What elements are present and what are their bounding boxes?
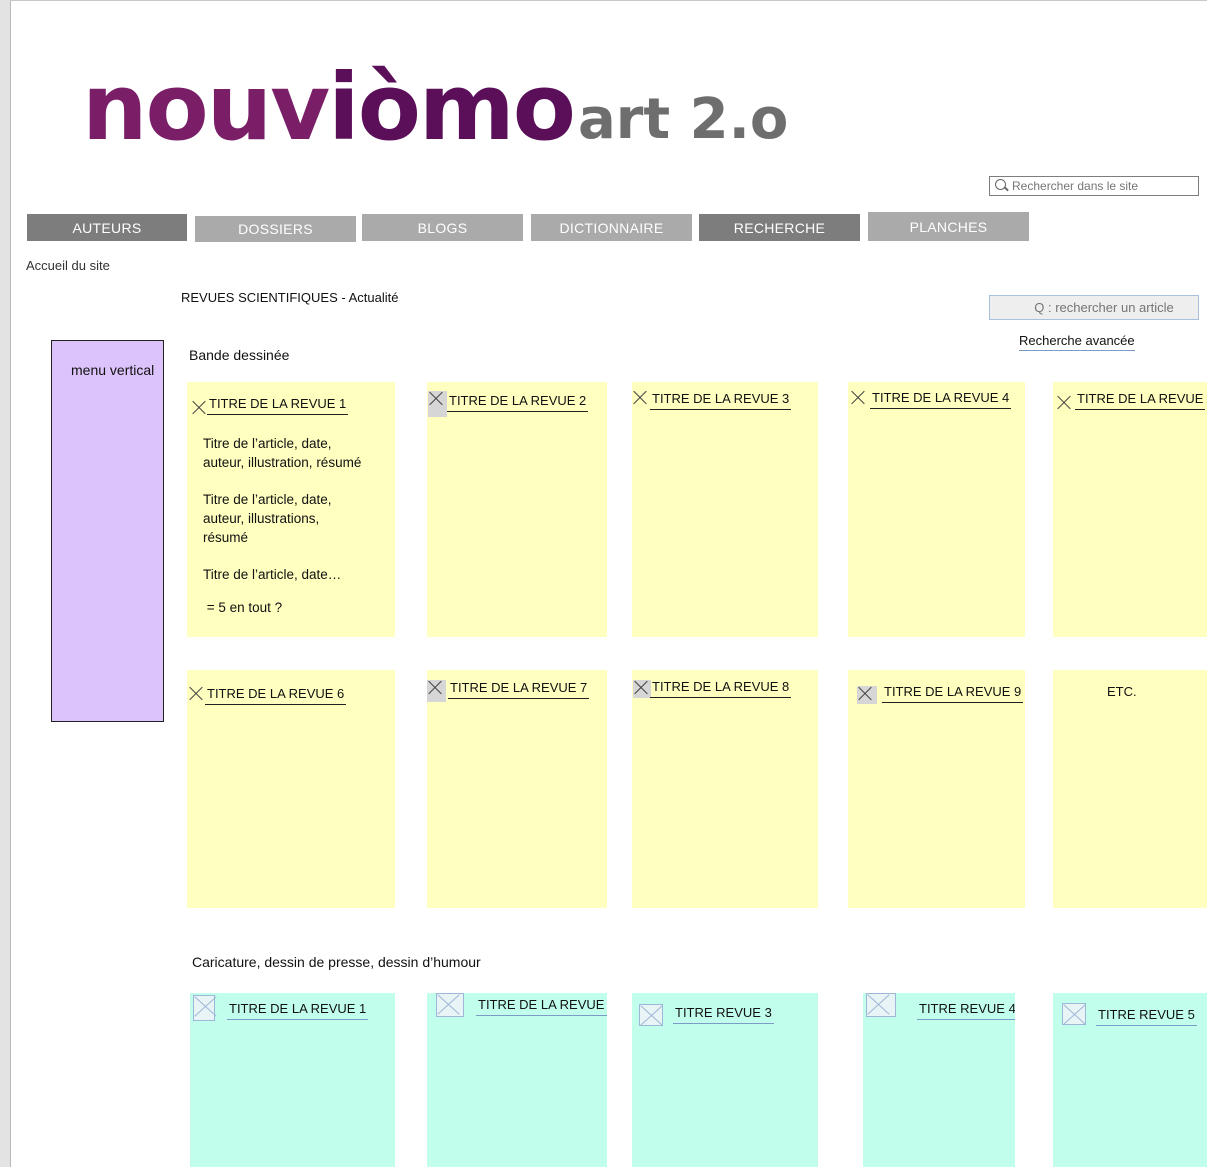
page-title: REVUES SCIENTIFIQUES - Actualité <box>181 290 399 305</box>
review-title-link[interactable]: TITRE DE LA REVUE <box>1075 391 1206 410</box>
review-title-link[interactable]: TITRE DE LA REVUE 4 <box>870 390 1012 409</box>
tab-dictionnaire[interactable]: DICTIONNAIRE <box>531 214 692 241</box>
image-placeholder-icon <box>633 680 651 698</box>
review-title-link[interactable]: TITRE DE LA REVUE 3 <box>650 391 792 410</box>
review-card[interactable]: TITRE DE LA REVUE 3 <box>632 382 818 637</box>
image-placeholder-icon <box>188 686 204 702</box>
review-card[interactable]: TITRE DE LA REVUE 4 <box>848 382 1025 637</box>
category-title: Caricature, dessin de presse, dessin d’h… <box>192 954 481 970</box>
article-search-input[interactable] <box>990 296 1207 319</box>
site-search-box[interactable] <box>989 176 1199 196</box>
review-card[interactable]: TITRE REVUE 5 <box>1053 993 1207 1167</box>
review-card[interactable]: TITRE DE LA REVUE 1 <box>190 993 395 1167</box>
window-frame-top <box>10 0 1207 12</box>
review-title-link[interactable]: TITRE DE LA REVUE 2 <box>447 393 589 412</box>
image-placeholder-icon <box>191 400 207 416</box>
image-placeholder-icon <box>632 390 648 406</box>
image-placeholder-icon <box>428 391 447 417</box>
review-card[interactable]: TITRE DE LA REVUE 8 <box>632 670 818 908</box>
image-placeholder-icon <box>436 993 464 1017</box>
breadcrumb[interactable]: Accueil du site <box>26 258 110 273</box>
review-card[interactable]: TITRE DE LA REVUE <box>1053 382 1207 637</box>
image-placeholder-icon <box>427 680 446 702</box>
article-count-note: = 5 en tout ? <box>203 600 283 615</box>
review-card[interactable]: TITRE REVUE 4 <box>863 993 1015 1167</box>
review-title-link[interactable]: TITRE DE LA REVUE 7 <box>448 680 590 699</box>
tab-blogs[interactable]: BLOGS <box>362 214 523 241</box>
vertical-menu-label: menu vertical <box>71 362 155 378</box>
tab-recherche[interactable]: RECHERCHE <box>699 214 860 241</box>
review-card[interactable]: TITRE DE LA REVUE 1 Titre de l’article, … <box>187 382 395 637</box>
review-card[interactable]: TITRE DE LA REVUE 7 <box>427 670 607 908</box>
tab-planches[interactable]: PLANCHES <box>868 212 1029 241</box>
review-title-link[interactable]: TITRE DE LA REVUE 2 <box>476 997 607 1016</box>
article-summary[interactable]: Titre de l’article, date, auteur, illust… <box>203 434 373 472</box>
logo-subtitle: art 2.o <box>577 87 789 152</box>
image-placeholder-icon <box>857 686 877 704</box>
review-title-link[interactable]: TITRE REVUE 3 <box>673 1005 774 1024</box>
advanced-search-link[interactable]: Recherche avancée <box>1019 333 1135 351</box>
review-card[interactable]: TITRE DE LA REVUE 9 <box>848 670 1025 908</box>
article-list: Titre de l’article, date, auteur, illust… <box>203 434 373 635</box>
article-search-box[interactable] <box>989 295 1207 320</box>
review-card[interactable]: TITRE REVUE 3 <box>632 993 818 1167</box>
vertical-menu[interactable]: menu vertical <box>51 340 164 722</box>
article-summary[interactable]: Titre de l’article, date, auteur, illust… <box>203 490 363 547</box>
image-placeholder-icon <box>866 993 896 1017</box>
review-title-link[interactable]: TITRE DE LA REVUE 6 <box>205 686 347 705</box>
image-placeholder-icon <box>1056 395 1072 411</box>
image-placeholder-icon <box>850 390 866 406</box>
review-title-link[interactable]: TITRE DE LA REVUE 9 <box>882 684 1024 703</box>
tab-auteurs[interactable]: AUTEURS <box>27 214 187 241</box>
review-title-link[interactable]: TITRE REVUE 5 <box>1096 1007 1197 1026</box>
review-card[interactable]: TITRE DE LA REVUE 2 <box>427 382 607 637</box>
site-logo[interactable]: nouviòmo art 2.o <box>82 44 788 154</box>
logo-wordmark: nouviòmo <box>82 54 576 161</box>
review-title-link[interactable]: TITRE REVUE 4 <box>917 1001 1015 1020</box>
review-card[interactable]: TITRE DE LA REVUE 2 <box>427 993 607 1167</box>
image-placeholder-icon <box>193 995 215 1021</box>
article-summary[interactable]: Titre de l’article, date… <box>203 565 373 584</box>
more-reviews-label[interactable]: ETC. <box>1107 684 1137 699</box>
site-search-input[interactable] <box>1012 179 1188 193</box>
tab-dossiers[interactable]: DOSSIERS <box>195 216 356 242</box>
category-title: Bande dessinée <box>189 347 290 363</box>
review-card[interactable]: ETC. <box>1053 670 1207 908</box>
window-frame-left <box>0 0 11 1167</box>
review-card[interactable]: TITRE DE LA REVUE 6 <box>187 670 395 908</box>
review-title-link[interactable]: TITRE DE LA REVUE 8 <box>650 679 792 698</box>
image-placeholder-icon <box>1062 1003 1086 1025</box>
review-title-link[interactable]: TITRE DE LA REVUE 1 <box>227 1001 369 1020</box>
image-placeholder-icon <box>639 1004 663 1026</box>
search-icon <box>994 179 1008 193</box>
review-title-link[interactable]: TITRE DE LA REVUE 1 <box>207 396 349 415</box>
